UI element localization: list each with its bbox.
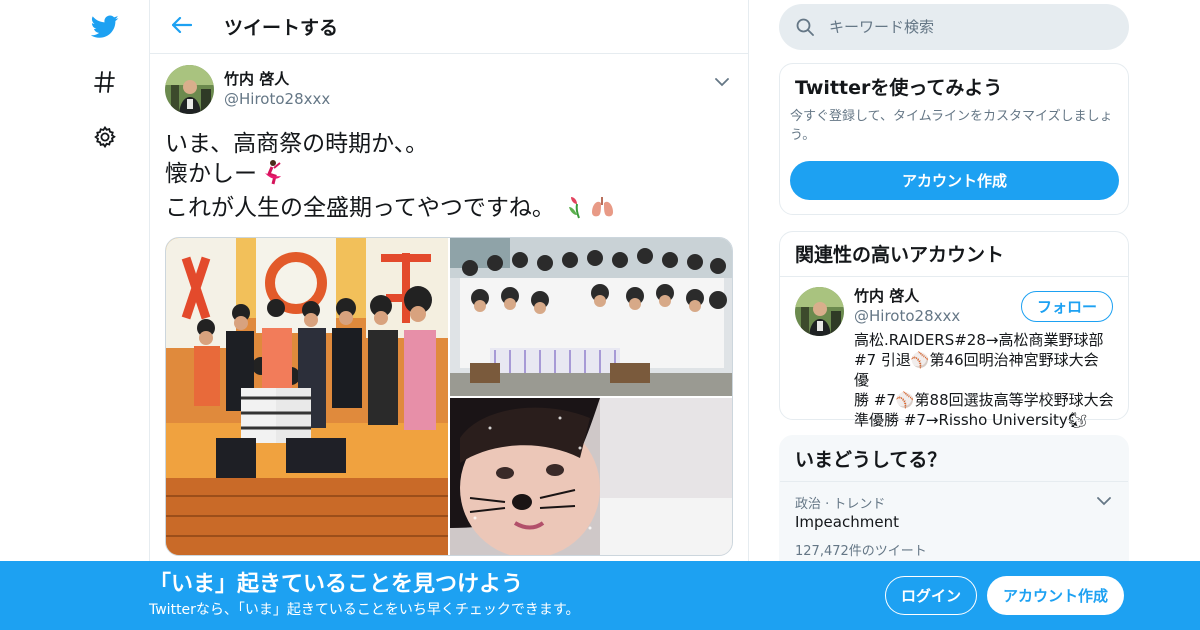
card-title: Twitterを使ってみよう [795, 77, 1003, 99]
trend-category: 政治 · トレンド [795, 497, 886, 512]
card-title: 関連性の高いアカウント [780, 232, 1128, 277]
avatar[interactable] [165, 64, 214, 114]
account-bio: 高松.RAIDERS#28→高松商業野球部 #7 引退⚾第46回明治神宮野球大会… [854, 330, 1116, 430]
card-description: 今すぐ登録して、タイムラインをカスタマイズしましょう。 [790, 109, 1113, 143]
column-header: ツイートする [150, 0, 748, 54]
classroom-group-photo[interactable] [450, 238, 732, 396]
account-name[interactable]: 竹内 啓人 [854, 286, 919, 306]
signup-button[interactable]: アカウント作成 [987, 576, 1124, 615]
card-title: いまどうしてる？ [780, 436, 1128, 482]
page: ツイートする 竹内 啓人 @Hiroto28xxx いま、高商祭の時期か、。 懐… [0, 0, 1200, 630]
author-handle[interactable]: @Hiroto28xxx [224, 89, 330, 109]
tweet-author: 竹内 啓人 @Hiroto28xxx [165, 64, 733, 114]
left-nav [60, 0, 150, 630]
banner-subtitle: Twitterなら、「いま」起きていることをいち早くチェックできます。 [149, 602, 580, 618]
lungs-emoji-icon [589, 193, 617, 227]
related-accounts-card: 関連性の高いアカウント 竹内 啓人 @Hiroto28xxx フォロー 高松.R… [779, 231, 1129, 429]
stage-group-photo[interactable] [166, 238, 448, 555]
signup-prompt-card: Twitterを使ってみよう 今すぐ登録して、タイムラインをカスタマイズしましょ… [779, 63, 1129, 215]
account-handle[interactable]: @Hiroto28xxx [854, 306, 960, 326]
tweet-media [165, 237, 733, 556]
trend-name[interactable]: Impeachment [795, 513, 899, 531]
follow-button[interactable]: フォロー [1021, 291, 1113, 322]
hashtag-icon[interactable] [90, 67, 120, 97]
bio-line: 準優勝 #7→Rissho University🐿 [854, 411, 1087, 429]
signup-banner: 「いま」起きていることを見つけよう Twitterなら、「いま」起きていることを… [0, 561, 1200, 630]
page-title: ツイートする [224, 17, 339, 39]
chevron-down-icon[interactable] [712, 72, 732, 92]
arrow-left-icon [171, 16, 193, 37]
bio-line: #7 引退⚾第46回明治神宮野球大会 優 [854, 351, 1099, 389]
chevron-down-icon[interactable] [1094, 491, 1114, 511]
tweet-text-line: これが人生の全盛期ってやつですね。 [165, 193, 733, 227]
tulip-emoji-icon [565, 193, 587, 227]
selfie-cat-filter-photo[interactable] [450, 398, 732, 555]
back-button[interactable] [164, 9, 200, 45]
trends-card: いまどうしてる？ 政治 · トレンド Impeachment 127,472件の… [779, 435, 1129, 575]
trend-count: 127,472件のツイート [795, 544, 927, 559]
search-icon [795, 17, 815, 37]
avatar[interactable] [795, 287, 844, 336]
banner-title: 「いま」起きていることを見つけよう [149, 572, 524, 597]
gear-icon[interactable] [90, 122, 120, 152]
tweet: 竹内 啓人 @Hiroto28xxx いま、高商祭の時期か、。 懐かしー これが… [150, 54, 748, 556]
login-button[interactable]: ログイン [885, 576, 977, 615]
tweet-text: いま、高商祭の時期か、。 懐かしー これが人生の全盛期ってやつですね。 [165, 129, 733, 227]
bio-line: 勝 #7⚾第88回選抜高等学校野球大会 [854, 391, 1114, 409]
bio-line: 高松.RAIDERS#28→高松商業野球部 [854, 331, 1104, 349]
tweet-column: ツイートする 竹内 啓人 @Hiroto28xxx いま、高商祭の時期か、。 懐… [149, 0, 749, 630]
search-box[interactable] [779, 4, 1129, 50]
search-input[interactable] [829, 18, 1109, 36]
dancer-emoji-icon [259, 159, 283, 193]
create-account-button[interactable]: アカウント作成 [790, 161, 1119, 200]
tweet-text-line: 懐かしー [165, 159, 733, 193]
tweet-text-line: いま、高商祭の時期か、。 [165, 131, 429, 157]
twitter-bird-icon[interactable] [90, 12, 120, 42]
author-name[interactable]: 竹内 啓人 [224, 69, 330, 89]
